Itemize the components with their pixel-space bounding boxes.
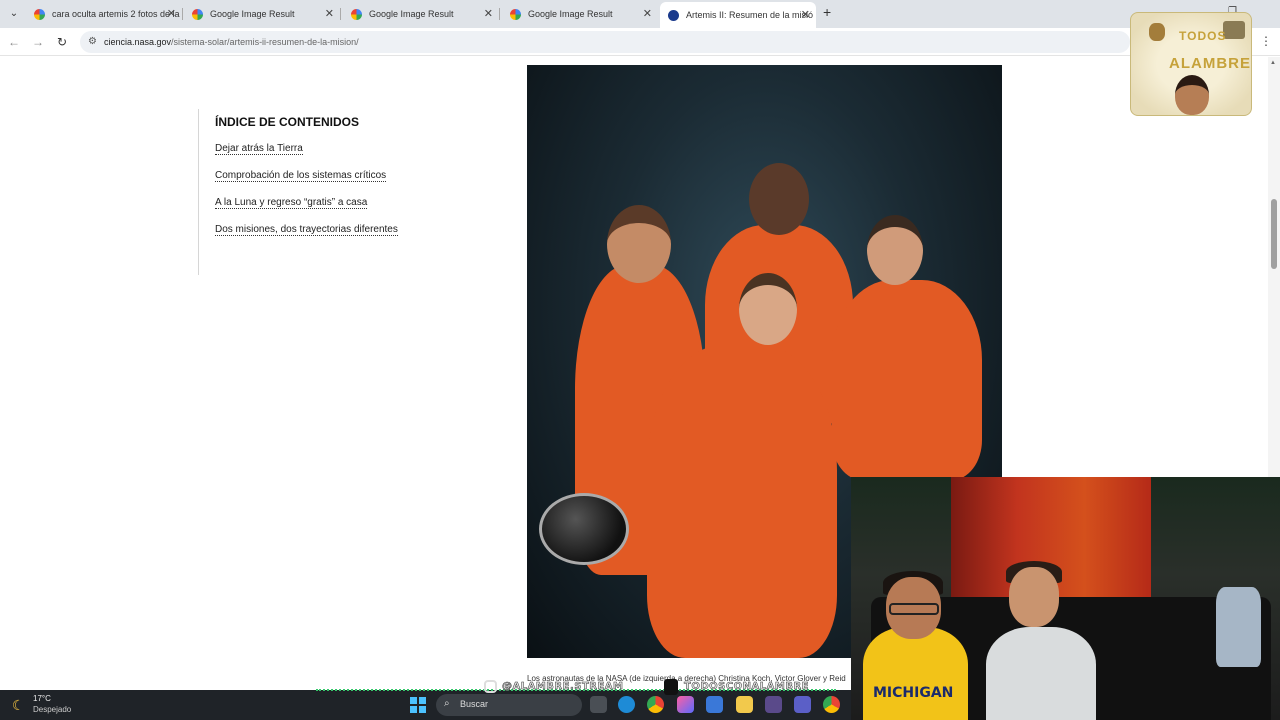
new-tab-button[interactable]: + [823, 4, 831, 20]
astronaut-head [607, 205, 671, 283]
url-host: ciencia.nasa.gov [104, 37, 172, 47]
toc-link[interactable]: Dos misiones, dos trayectorias diferente… [215, 222, 398, 237]
weather-temperature[interactable]: 17°C [33, 694, 51, 703]
tab-1[interactable]: cara oculta artemis 2 fotos de la ✕ [26, 3, 183, 25]
search-icon: ⌕ [444, 698, 450, 709]
address-bar[interactable]: ⚙ ciencia.nasa.gov/sistema-solar/artemis… [80, 31, 1130, 53]
logo-text-top: TODOS [1179, 29, 1227, 43]
url-path: /sistema-solar/artemis-ii-resumen-de-la-… [171, 37, 359, 47]
astronaut-head [867, 215, 923, 285]
streamer-left-hoodie [863, 627, 968, 720]
toc-link[interactable]: Comprobación de los sistemas críticos [215, 168, 398, 183]
edge-icon[interactable] [618, 696, 635, 713]
search-placeholder: Buscar [460, 699, 489, 709]
teams-icon[interactable] [794, 696, 811, 713]
reload-icon[interactable]: ↻ [54, 34, 70, 50]
tab-separator [182, 8, 183, 20]
glasses-icon [889, 603, 939, 615]
google-favicon-icon [192, 9, 203, 20]
mail-icon[interactable] [706, 696, 723, 713]
webcam-overlay: MICHIGAN [851, 477, 1280, 720]
tab-title: cara oculta artemis 2 fotos de la [52, 9, 180, 19]
hoodie-text: MICHIGAN [873, 685, 954, 701]
browser-menu-icon[interactable]: ⋮ [1260, 34, 1272, 48]
weather-description[interactable]: Despejado [33, 705, 71, 714]
logo-text-main: ALAMBRE [1169, 55, 1251, 72]
tab-title: Google Image Result [210, 9, 295, 19]
copilot-icon[interactable] [677, 696, 694, 713]
streamer-right-shirt [986, 627, 1096, 720]
tab-strip: ⌄ cara oculta artemis 2 fotos de la ✕ Go… [0, 0, 1280, 28]
logo-portrait [1175, 75, 1209, 115]
tab-separator [340, 8, 341, 20]
tab-separator [499, 8, 500, 20]
tab-3[interactable]: Google Image Result ✕ [343, 3, 500, 25]
close-tab-icon[interactable]: ✕ [167, 3, 176, 25]
google-favicon-icon [510, 9, 521, 20]
url-text[interactable]: ciencia.nasa.gov/sistema-solar/artemis-i… [104, 31, 359, 53]
hanging-jacket [1216, 587, 1261, 667]
toc-link[interactable]: Dejar atrás la Tierra [215, 141, 398, 156]
browser-toolbar: ← → ↻ ⚙ ciencia.nasa.gov/sistema-solar/a… [0, 28, 1280, 56]
instagram-icon [484, 680, 497, 693]
scroll-up-arrow-icon[interactable]: ▲ [1270, 60, 1276, 66]
close-tab-icon[interactable]: ✕ [801, 2, 810, 28]
tab-title: Google Image Result [528, 9, 613, 19]
tiktok-handle: TODOSCONALAMBRE [684, 681, 809, 693]
google-favicon-icon [34, 9, 45, 20]
tab-5-active[interactable]: Artemis II: Resumen de la misió ✕ [660, 2, 816, 28]
toc-link-label: Dos misiones, dos trayectorias diferente… [215, 224, 398, 236]
helmet-image [539, 493, 629, 565]
astronaut-figure [647, 345, 837, 658]
task-view-icon[interactable] [590, 696, 607, 713]
back-arrow-icon[interactable]: ← [6, 34, 22, 50]
forward-arrow-icon[interactable]: → [30, 34, 46, 50]
toc-link[interactable]: A la Luna y regreso “gratis” a casa [215, 195, 398, 210]
toc-heading: ÍNDICE DE CONTENIDOS [215, 115, 360, 129]
moon-weather-icon[interactable]: ☾ [12, 697, 25, 714]
tab-title: Artemis II: Resumen de la misió [686, 10, 814, 20]
nasa-favicon-icon [668, 10, 679, 21]
stream-logo: TODOS ALAMBRE [1130, 12, 1252, 116]
windows-start-icon[interactable] [410, 697, 426, 713]
table-of-contents: ÍNDICE DE CONTENIDOS Dejar atrás la Tier… [198, 109, 398, 275]
streamer-right-face [1009, 567, 1059, 627]
tab-search-icon[interactable]: ⌄ [6, 6, 22, 22]
tab-title: Google Image Result [369, 9, 454, 19]
instagram-handle: @ALAMBRE.STREAM [502, 681, 624, 693]
close-tab-icon[interactable]: ✕ [325, 3, 334, 25]
tab-2[interactable]: Google Image Result ✕ [184, 3, 341, 25]
mate-cup-icon [1149, 23, 1165, 41]
scrollbar-thumb[interactable] [1271, 199, 1277, 269]
close-tab-icon[interactable]: ✕ [643, 3, 652, 25]
chrome-icon[interactable] [823, 696, 840, 713]
google-favicon-icon [351, 9, 362, 20]
astronaut-head [739, 273, 797, 345]
chrome-icon[interactable] [647, 696, 664, 713]
stream-handles-overlay: @ALAMBRE.STREAM TODOSCONALAMBRE [440, 676, 850, 698]
site-info-icon[interactable]: ⚙ [88, 36, 100, 48]
toc-link-label: A la Luna y regreso “gratis” a casa [215, 197, 368, 209]
astronaut-head [749, 163, 809, 235]
toc-link-label: Dejar atrás la Tierra [215, 143, 303, 155]
tiktok-icon [664, 679, 678, 695]
file-explorer-icon[interactable] [736, 696, 753, 713]
astronaut-figure [832, 280, 982, 480]
toc-link-label: Comprobación de los sistemas críticos [215, 170, 387, 182]
close-tab-icon[interactable]: ✕ [484, 3, 493, 25]
app-icon[interactable] [765, 696, 782, 713]
tab-4[interactable]: Google Image Result ✕ [502, 3, 658, 25]
